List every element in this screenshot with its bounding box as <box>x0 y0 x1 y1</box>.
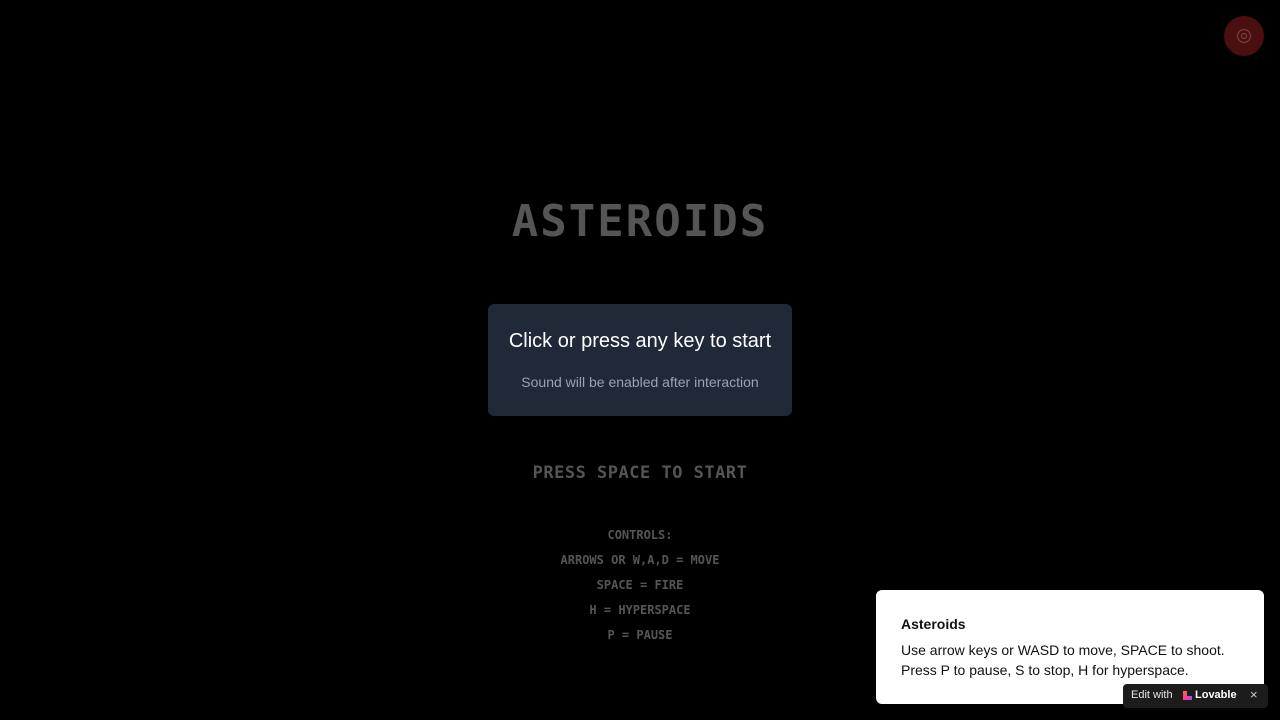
lovable-logo-icon <box>1182 690 1193 704</box>
start-card-heading: Click or press any key to start <box>508 330 772 352</box>
control-move: ARROWS OR W,A,D = MOVE <box>560 553 720 567</box>
toast-description: Use arrow keys or WASD to move, SPACE to… <box>901 642 1225 678</box>
game-title: ASTEROIDS <box>511 196 769 247</box>
controls-heading: CONTROLS: <box>607 528 673 542</box>
press-space-prompt: PRESS SPACE TO START <box>532 463 748 483</box>
lovable-brand: Lovable <box>1195 689 1237 701</box>
toast-title: Asteroids <box>901 616 966 632</box>
lovable-badge-prefix: Edit with <box>1131 689 1173 701</box>
target-icon <box>1236 28 1252 44</box>
close-icon[interactable]: × <box>1250 687 1258 702</box>
sound-toggle-button[interactable] <box>1224 16 1264 56</box>
start-overlay-card[interactable]: Click or press any key to start Sound wi… <box>488 304 792 416</box>
lovable-badge[interactable]: Edit with Lovable × <box>1123 684 1268 708</box>
start-card-subtext: Sound will be enabled after interaction <box>521 374 759 390</box>
